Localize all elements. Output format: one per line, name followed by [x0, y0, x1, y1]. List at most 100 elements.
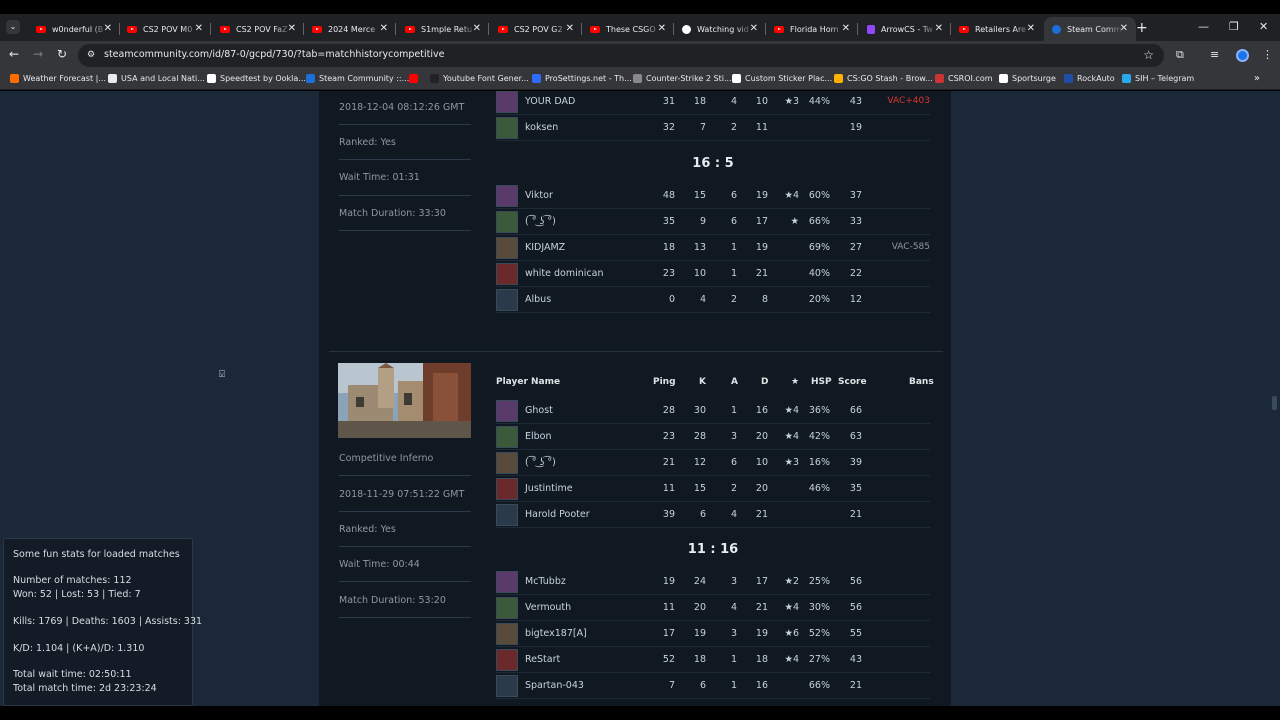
- bookmark-item[interactable]: CS:GO Stash - Brow...: [834, 74, 933, 83]
- close-tab-icon[interactable]: ✕: [380, 23, 388, 34]
- player-avatar[interactable]: [496, 400, 518, 422]
- bookmark-favicon-icon: [306, 74, 315, 83]
- close-tab-icon[interactable]: ✕: [195, 23, 203, 34]
- player-name[interactable]: Harold Pooter: [525, 509, 590, 520]
- player-name[interactable]: ReStart: [525, 654, 560, 665]
- profile-avatar[interactable]: [1236, 49, 1249, 62]
- player-name[interactable]: Viktor: [525, 190, 553, 201]
- browser-tab[interactable]: CS2 POV M0 ✕: [119, 17, 211, 41]
- player-name[interactable]: KIDJAMZ: [525, 242, 565, 253]
- bookmark-item[interactable]: USA and Local Nati...: [108, 74, 205, 83]
- media-control-icon[interactable]: ≡: [1210, 48, 1219, 61]
- bookmark-item[interactable]: Counter-Strike 2 Sti...: [633, 74, 732, 83]
- browser-tab[interactable]: Florida Hom ✕: [766, 17, 858, 41]
- player-avatar[interactable]: [496, 623, 518, 645]
- close-tab-icon[interactable]: ✕: [658, 23, 666, 34]
- address-bar[interactable]: ⚙ steamcommunity.com/id/87-0/gcpd/730/?t…: [78, 44, 1164, 67]
- bookmark-item[interactable]: Steam Community ::...: [306, 74, 409, 83]
- player-name[interactable]: Elbon: [525, 431, 552, 442]
- forward-icon[interactable]: →: [30, 47, 46, 61]
- browser-tab[interactable]: Retailers Are ✕: [951, 17, 1043, 41]
- player-avatar[interactable]: [496, 237, 518, 259]
- player-name[interactable]: Spartan-043: [525, 680, 584, 691]
- browser-tab[interactable]: These CSGO ✕: [582, 17, 674, 41]
- player-avatar[interactable]: [496, 571, 518, 593]
- player-avatar[interactable]: [496, 117, 518, 139]
- close-tab-icon[interactable]: ✕: [750, 23, 758, 34]
- bookmark-label: Weather Forecast |...: [23, 74, 106, 83]
- player-name[interactable]: Justintime: [525, 483, 573, 494]
- stat-ping: 19: [662, 576, 675, 587]
- player-name[interactable]: ( ͡° ͜ʖ ͡°): [525, 216, 556, 227]
- player-avatar[interactable]: [496, 211, 518, 233]
- bookmark-favicon-icon: [430, 74, 439, 83]
- bookmark-item[interactable]: Speedtest by Ookla...: [207, 74, 306, 83]
- close-tab-icon[interactable]: ✕: [935, 23, 943, 34]
- player-avatar[interactable]: [496, 478, 518, 500]
- scrollbar-thumb[interactable]: [1272, 396, 1277, 410]
- extensions-icon[interactable]: ⧉: [1176, 48, 1184, 62]
- browser-tab[interactable]: CS2 POV FaZ ✕: [212, 17, 304, 41]
- bookmark-item[interactable]: Sportsurge: [999, 74, 1056, 83]
- bookmark-item[interactable]: [409, 74, 422, 83]
- close-tab-icon[interactable]: ✕: [842, 23, 850, 34]
- close-tab-icon[interactable]: ✕: [288, 23, 296, 34]
- reload-icon[interactable]: ↻: [54, 47, 70, 61]
- player-name[interactable]: Vermouth: [525, 602, 571, 613]
- close-window-icon[interactable]: ✕: [1259, 20, 1268, 33]
- bookmark-item[interactable]: ProSettings.net - Th...: [532, 74, 632, 83]
- bookmark-item[interactable]: RockAuto: [1064, 74, 1115, 83]
- bookmark-item[interactable]: Youtube Font Gener...: [430, 74, 529, 83]
- player-avatar[interactable]: [496, 649, 518, 671]
- restore-icon[interactable]: ❐: [1229, 20, 1239, 33]
- site-info-icon[interactable]: ⚙: [87, 50, 97, 60]
- more-bookmarks-icon[interactable]: »: [1254, 73, 1260, 84]
- bookmark-item[interactable]: SIH – Telegram: [1122, 74, 1194, 83]
- bookmark-favicon-icon: [1064, 74, 1073, 83]
- browser-tab[interactable]: CS2 POV G2 ✕: [490, 17, 582, 41]
- player-name[interactable]: McTubbz: [525, 576, 566, 587]
- url-text[interactable]: steamcommunity.com/id/87-0/gcpd/730/?tab…: [104, 49, 444, 60]
- youtube-icon: [36, 25, 46, 33]
- close-tab-icon[interactable]: ✕: [1027, 23, 1035, 34]
- player-name[interactable]: YOUR DAD: [525, 96, 575, 107]
- player-avatar[interactable]: [496, 597, 518, 619]
- player-avatar[interactable]: [496, 185, 518, 207]
- browser-tab[interactable]: Watching vid ✕: [674, 17, 766, 41]
- player-name[interactable]: Ghost: [525, 405, 553, 416]
- stat-a: 6: [730, 457, 737, 468]
- player-row: Justintime 11 15 2 20 46% 35: [496, 476, 930, 502]
- browser-tab[interactable]: w0nderful (B ✕: [28, 17, 120, 41]
- browser-tab[interactable]: ArrowCS - Tw ✕: [859, 17, 951, 41]
- player-avatar[interactable]: [496, 91, 518, 113]
- player-avatar[interactable]: [496, 675, 518, 697]
- browser-tab[interactable]: Steam Comm ✕: [1044, 17, 1136, 41]
- close-tab-icon[interactable]: ✕: [104, 23, 112, 34]
- player-name[interactable]: bigtex187[A]: [525, 628, 587, 639]
- browser-tab[interactable]: S1mple Retu ✕: [397, 17, 489, 41]
- stat-mvp: ★4: [784, 405, 799, 416]
- player-avatar[interactable]: [496, 263, 518, 285]
- bookmark-star-icon[interactable]: ☆: [1143, 48, 1154, 62]
- stat-a: 1: [730, 405, 737, 416]
- close-tab-icon[interactable]: ✕: [473, 23, 481, 34]
- player-name[interactable]: white dominican: [525, 268, 603, 279]
- player-avatar[interactable]: [496, 426, 518, 448]
- tab-search-button[interactable]: ⌄: [6, 20, 20, 34]
- back-icon[interactable]: ←: [6, 47, 22, 61]
- close-tab-icon[interactable]: ✕: [566, 23, 574, 34]
- minimize-icon[interactable]: —: [1198, 20, 1209, 33]
- player-avatar[interactable]: [496, 289, 518, 311]
- new-tab-button[interactable]: +: [1136, 20, 1148, 36]
- browser-tab[interactable]: 2024 Merce ✕: [304, 17, 396, 41]
- bookmark-item[interactable]: Custom Sticker Plac...: [732, 74, 832, 83]
- player-avatar[interactable]: [496, 452, 518, 474]
- menu-icon[interactable]: ⋮: [1262, 48, 1273, 61]
- bookmark-item[interactable]: Weather Forecast |...: [10, 74, 106, 83]
- bookmark-item[interactable]: CSROI.com: [935, 74, 993, 83]
- player-name[interactable]: koksen: [525, 122, 558, 133]
- player-name[interactable]: Albus: [525, 294, 551, 305]
- player-name[interactable]: ( ͡° ͜ʖ ͡°): [525, 457, 556, 468]
- close-tab-icon[interactable]: ✕: [1120, 23, 1128, 34]
- player-avatar[interactable]: [496, 504, 518, 526]
